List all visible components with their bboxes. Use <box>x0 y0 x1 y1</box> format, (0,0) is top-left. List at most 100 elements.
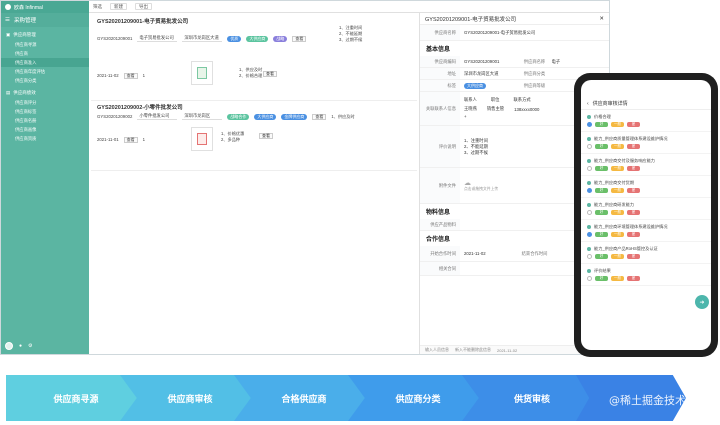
option-bad[interactable]: 差 <box>627 165 640 171</box>
create-button[interactable]: 新建 <box>110 3 127 10</box>
option-bad[interactable]: 差 <box>627 143 640 149</box>
phone-header: ‹ 供应商审核详情 <box>581 98 711 110</box>
option-ok[interactable]: 一般 <box>611 253 624 259</box>
tag: 大供应商 <box>464 82 486 89</box>
option-good[interactable]: 好 <box>595 275 608 281</box>
radio-icon[interactable] <box>587 121 592 127</box>
footer-text: 新入不能删除此信息 <box>455 347 491 352</box>
option-bad[interactable]: 差 <box>627 121 640 127</box>
card-row-2: 2021-11-02 查看 1 <box>97 71 145 80</box>
option-bad[interactable]: 差 <box>627 275 640 281</box>
view-button[interactable]: 查看 <box>259 133 273 139</box>
option-bad[interactable]: 差 <box>627 231 640 237</box>
module-title[interactable]: ☰ 采购管理 <box>1 13 89 27</box>
sidebar-item[interactable]: 供应商年度评估 <box>1 67 89 76</box>
option-bad[interactable]: 差 <box>627 253 640 259</box>
option-good[interactable]: 好 <box>595 187 608 193</box>
sidebar-item[interactable]: 供应商标签 <box>1 107 89 116</box>
field-value[interactable]: GYS20201209001 <box>460 59 522 64</box>
mobile-phone-mockup: ‹ 供应商审核详情 价格合理 好 一般 差 能力_供应商质量管理体系建设维护情况… <box>574 73 718 357</box>
review-question: 能力_供应商研发能力 <box>587 201 705 208</box>
detail-header: GYS20201209001-电子贸易批发公司 ✕ <box>420 13 609 25</box>
note-item: 2、多品种 <box>221 137 241 142</box>
tag: 战略 <box>273 35 288 42</box>
option-good[interactable]: 好 <box>595 253 608 259</box>
option-ok[interactable]: 一般 <box>611 231 624 237</box>
option-ok[interactable]: 一般 <box>611 275 624 281</box>
option-ok[interactable]: 一般 <box>611 121 624 127</box>
sidebar-section-supplier[interactable]: ▣ 供应商管理 <box>1 30 89 40</box>
view-button[interactable]: 查看 <box>123 136 138 143</box>
option-good[interactable]: 好 <box>595 143 608 149</box>
sidebar-item[interactable]: 供应商名册 <box>1 116 89 125</box>
option-bad[interactable]: 差 <box>627 187 640 193</box>
close-icon[interactable]: ✕ <box>599 16 604 22</box>
address-field[interactable]: 深圳市龙岗区大道 <box>182 35 223 42</box>
company-field[interactable]: 小零件批发公司 <box>137 113 178 120</box>
avatar[interactable] <box>5 342 13 350</box>
supplier-card[interactable]: GYS20201209002-小零件批发公司 GYS20201209002 小零… <box>91 101 417 171</box>
supplier-code: GYS20201209002 <box>97 114 133 119</box>
review-item: 能力_供应商产品RoHS管控及认证 好 一般 差 <box>581 242 711 264</box>
field-value[interactable]: 2021-11-02 <box>460 251 522 256</box>
attachment[interactable] <box>191 127 213 151</box>
option-good[interactable]: 好 <box>595 165 608 171</box>
sidebar-item[interactable]: 供应商 <box>1 49 89 58</box>
note-list-2: 1、供应及时 2、价格合理 <box>239 67 262 79</box>
field-label: 相关合同 <box>420 262 460 275</box>
view-button[interactable]: 查看 <box>312 113 327 120</box>
attachment[interactable] <box>191 61 213 85</box>
option-good[interactable]: 好 <box>595 209 608 215</box>
gear-icon[interactable]: ⚙ <box>28 343 32 349</box>
radio-icon[interactable] <box>587 231 592 237</box>
view-button[interactable]: 查看 <box>292 35 307 42</box>
supplier-card[interactable]: GYS20201209001-电子贸易批发公司 GYS20201209001 电… <box>91 15 417 101</box>
back-icon[interactable]: ‹ <box>587 101 589 107</box>
option-good[interactable]: 好 <box>595 231 608 237</box>
address-field[interactable]: 深圳市龙岗区 <box>182 113 223 120</box>
company-field[interactable]: 电子贸易批发公司 <box>137 35 178 42</box>
rating-options: 好 一般 差 <box>587 230 705 238</box>
flow-step: 合格供应商 <box>234 375 374 421</box>
sidebar-item[interactable]: 供应商寻源 <box>1 40 89 49</box>
filter-button[interactable]: 筛选 <box>93 4 102 10</box>
field-value[interactable]: 电子 <box>548 59 610 65</box>
rating-options: 好 一般 差 <box>587 142 705 150</box>
toolbar: 筛选 新建 导出 <box>89 1 609 13</box>
option-good[interactable]: 好 <box>595 121 608 127</box>
export-label: 导出 <box>139 3 148 9</box>
cell: 销售主管 <box>486 106 505 111</box>
card-row: GYS20201209002 小零件批发公司 深圳市龙岗区 战略合作 大供应商 … <box>97 112 413 121</box>
field-label: 供应商编码 <box>420 56 460 67</box>
bell-icon[interactable]: ● <box>19 343 22 349</box>
sidebar-item-active[interactable]: 供应商准入 <box>1 58 89 67</box>
radio-icon[interactable] <box>587 143 592 149</box>
option-ok[interactable]: 一般 <box>611 187 624 193</box>
view-button[interactable]: 查看 <box>123 72 138 79</box>
note-list: 1、注重时间 2、不能延期 3、过期不候 <box>339 25 362 43</box>
sidebar-item[interactable]: 供应商画像 <box>1 125 89 134</box>
radio-icon[interactable] <box>587 187 592 193</box>
radio-icon[interactable] <box>587 253 592 259</box>
bullet-icon <box>587 158 591 163</box>
app-name: 欧森 Infinmal <box>14 4 43 11</box>
sidebar-section-performance[interactable]: ▤ 供应商绩效 <box>1 88 89 98</box>
submit-fab-icon[interactable]: ➜ <box>695 295 709 309</box>
option-bad[interactable]: 差 <box>627 209 640 215</box>
view-button[interactable]: 查看 <box>263 71 277 77</box>
radio-icon[interactable] <box>587 275 592 281</box>
option-ok[interactable]: 一般 <box>611 143 624 149</box>
field-value[interactable]: 深圳市龙岗区大道 <box>460 71 522 77</box>
option-ok[interactable]: 一般 <box>611 165 624 171</box>
sidebar-item[interactable]: 供应商资质 <box>1 134 89 143</box>
review-item: 评价结果 好 一般 差 <box>581 264 711 286</box>
sidebar-item[interactable]: 供应商分类 <box>1 76 89 85</box>
card-title: GYS20201209002-小零件批发公司 <box>97 105 183 111</box>
sidebar-item[interactable]: 供应商评分 <box>1 98 89 107</box>
radio-icon[interactable] <box>587 165 592 171</box>
option-ok[interactable]: 一般 <box>611 209 624 215</box>
date: 2021-11-02 <box>97 73 119 78</box>
question-text: 能力_供应商环境管理体系建设维护情况 <box>594 223 668 229</box>
radio-icon[interactable] <box>587 209 592 215</box>
export-button[interactable]: 导出 <box>135 3 152 10</box>
